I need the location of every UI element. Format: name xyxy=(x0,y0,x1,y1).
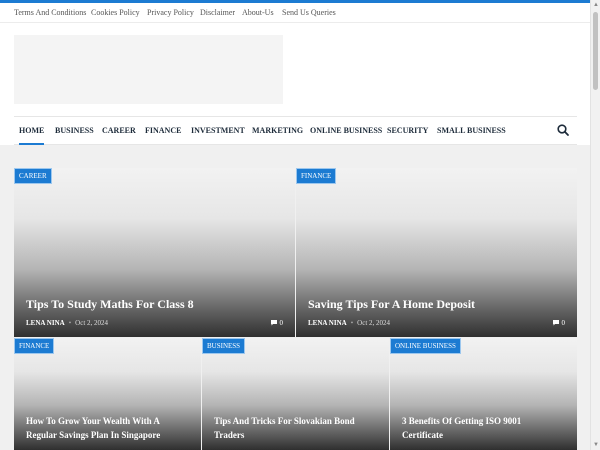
comment-icon xyxy=(270,320,277,326)
comment-count-value: 0 xyxy=(279,319,284,327)
category-badge[interactable]: BUSINESS xyxy=(202,338,246,354)
top-links-bar: Terms And Conditions Cookies Policy Priv… xyxy=(0,3,590,23)
scroll-down-arrow-icon[interactable]: ▼ xyxy=(593,442,599,448)
nav-investment[interactable]: INVESTMENT xyxy=(191,126,245,135)
post-date: Oct 2, 2024 xyxy=(75,319,109,327)
comment-count-value: 0 xyxy=(561,319,566,327)
nav-online-business[interactable]: ONLINE BUSINESS xyxy=(310,126,382,135)
privacy-policy-link[interactable]: Privacy Policy xyxy=(147,8,194,17)
nav-business[interactable]: BUSINESS xyxy=(55,126,94,135)
secondary-post-card[interactable]: BUSINESS Tips And Tricks For Slovakian B… xyxy=(202,338,389,450)
post-meta: LENA NINA • Oct 2, 2024 xyxy=(26,319,108,327)
site-logo-placeholder[interactable] xyxy=(14,35,283,104)
post-title[interactable]: Tips And Tricks For Slovakian Bond Trade… xyxy=(214,414,374,442)
disclaimer-link[interactable]: Disclaimer xyxy=(200,8,235,17)
post-title[interactable]: 3 Benefits Of Getting ISO 9001 Certifica… xyxy=(402,414,562,442)
main-navigation: HOME BUSINESS CAREER FINANCE INVESTMENT … xyxy=(14,116,577,145)
scroll-up-arrow-icon[interactable]: ▲ xyxy=(593,2,599,8)
nav-home[interactable]: HOME xyxy=(19,126,45,145)
nav-finance[interactable]: FINANCE xyxy=(145,126,181,135)
nav-small-business[interactable]: SMALL BUSINESS xyxy=(437,126,506,135)
comment-count[interactable]: 0 xyxy=(552,319,566,327)
cookies-policy-link[interactable]: Cookies Policy xyxy=(91,8,140,17)
secondary-post-card[interactable]: FINANCE How To Grow Your Wealth With A R… xyxy=(14,338,201,450)
meta-separator: • xyxy=(68,319,72,327)
post-date: Oct 2, 2024 xyxy=(357,319,391,327)
category-badge[interactable]: FINANCE xyxy=(296,168,337,184)
nav-career[interactable]: CAREER xyxy=(102,126,136,135)
category-badge[interactable]: CAREER xyxy=(14,168,52,184)
scrollbar-thumb[interactable] xyxy=(593,12,598,90)
page-scrollbar[interactable]: ▲ ▼ xyxy=(590,0,600,450)
nav-marketing[interactable]: MARKETING xyxy=(252,126,303,135)
category-badge[interactable]: ONLINE BUSINESS xyxy=(390,338,461,354)
send-queries-link[interactable]: Send Us Queries xyxy=(282,8,336,17)
post-title[interactable]: How To Grow Your Wealth With A Regular S… xyxy=(26,414,186,442)
post-author[interactable]: LENA NINA xyxy=(308,319,347,327)
about-us-link[interactable]: About-Us xyxy=(242,8,274,17)
post-meta: LENA NINA • Oct 2, 2024 xyxy=(308,319,390,327)
post-title[interactable]: Saving Tips For A Home Deposit xyxy=(308,297,475,312)
post-author[interactable]: LENA NINA xyxy=(26,319,65,327)
category-badge[interactable]: FINANCE xyxy=(14,338,55,354)
secondary-post-card[interactable]: ONLINE BUSINESS 3 Benefits Of Getting IS… xyxy=(390,338,577,450)
post-title[interactable]: Tips To Study Maths For Class 8 xyxy=(26,297,194,312)
featured-post-card[interactable]: FINANCE Saving Tips For A Home Deposit L… xyxy=(296,168,577,337)
comment-icon xyxy=(552,320,559,326)
comment-count[interactable]: 0 xyxy=(270,319,284,327)
meta-separator: • xyxy=(350,319,354,327)
featured-post-card[interactable]: CAREER Tips To Study Maths For Class 8 L… xyxy=(14,168,295,337)
search-icon[interactable] xyxy=(556,123,570,137)
nav-security[interactable]: SECURITY xyxy=(387,126,428,135)
terms-link[interactable]: Terms And Conditions xyxy=(14,8,86,17)
